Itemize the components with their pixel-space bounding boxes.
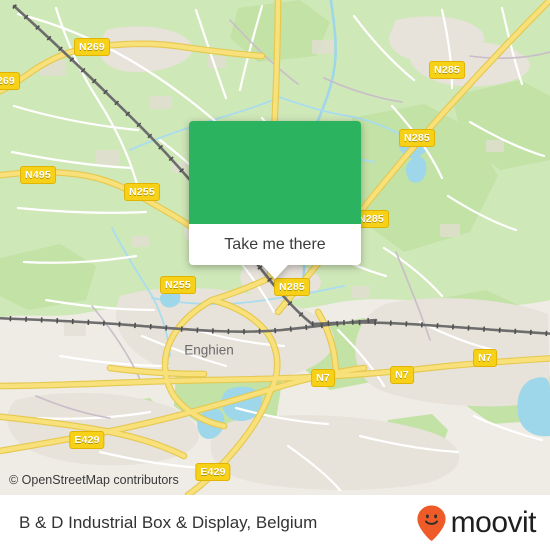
road-shield: N269	[0, 72, 20, 90]
popup-image-placeholder	[189, 121, 361, 224]
road-shield: N285	[274, 278, 310, 296]
osm-attribution[interactable]: © OpenStreetMap contributors	[9, 473, 179, 487]
road-shield: N7	[311, 369, 335, 387]
road-shield: N7	[473, 349, 497, 367]
road-shield: N285	[429, 61, 465, 79]
moovit-logo[interactable]: moovit	[415, 504, 537, 542]
city-label-enghien: Enghien	[184, 342, 234, 358]
moovit-map-page: Enghien N269 N269 N495 N255 N285 N285 N2…	[0, 0, 550, 550]
road-shield: N495	[20, 166, 56, 184]
moovit-wordmark: moovit	[450, 505, 537, 539]
road-shield: N285	[399, 129, 435, 147]
popup-pointer-tail	[262, 265, 288, 279]
road-shield: N255	[124, 183, 160, 201]
road-shield: N269	[74, 38, 110, 56]
moovit-pin-icon	[417, 505, 446, 541]
location-popup[interactable]: Take me there	[189, 121, 361, 279]
place-title: B & D Industrial Box & Display, Belgium	[19, 512, 318, 532]
road-shield: E429	[195, 463, 231, 481]
road-shield: E429	[69, 431, 105, 449]
take-me-there-button[interactable]: Take me there	[189, 224, 361, 265]
footer-bar: B & D Industrial Box & Display, Belgium …	[0, 495, 550, 550]
road-shield: N255	[160, 276, 196, 294]
road-shield: N7	[390, 366, 414, 384]
map-canvas[interactable]: Enghien N269 N269 N495 N255 N285 N285 N2…	[0, 0, 550, 495]
